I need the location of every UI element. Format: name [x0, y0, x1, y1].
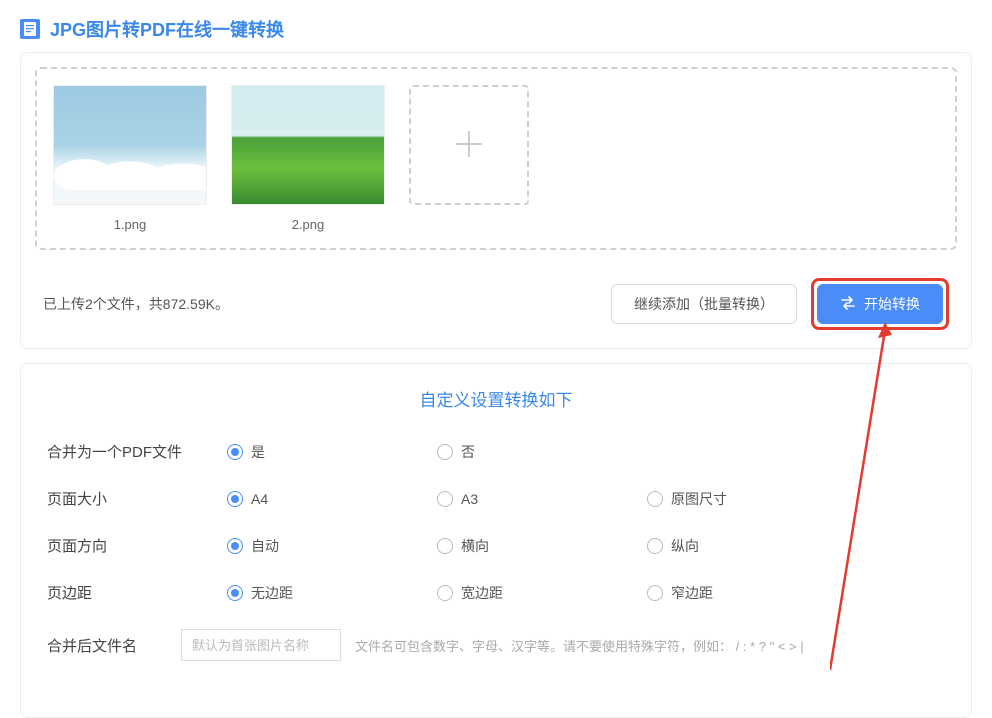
action-row: 已上传2个文件，共872.59K。 继续添加（批量转换） 开始转换 — [21, 264, 971, 348]
start-convert-button[interactable]: 开始转换 — [817, 284, 943, 324]
radio-icon — [227, 491, 243, 507]
radio-margin-narrow[interactable]: 窄边距 — [647, 583, 857, 603]
setting-row-page-size: 页面大小 A4 A3 原图尺寸 — [47, 488, 945, 509]
setting-row-filename: 合并后文件名 文件名可包含数字、字母、汉字等。请不要使用特殊字符，例如： / :… — [47, 629, 945, 661]
radio-orient-landscape[interactable]: 横向 — [437, 536, 647, 556]
setting-row-merge: 合并为一个PDF文件 是 否 — [47, 441, 945, 462]
document-icon — [20, 19, 40, 39]
file-name: 2.png — [292, 217, 325, 232]
upload-status: 已上传2个文件，共872.59K。 — [43, 294, 597, 314]
radio-margin-none[interactable]: 无边距 — [227, 583, 437, 603]
radio-size-a4[interactable]: A4 — [227, 489, 437, 509]
radio-icon — [647, 585, 663, 601]
file-card[interactable]: 1.png — [53, 85, 207, 232]
radio-size-a3[interactable]: A3 — [437, 489, 647, 509]
setting-label: 页面大小 — [47, 488, 227, 509]
radio-merge-no[interactable]: 否 — [437, 442, 647, 462]
setting-label: 页面方向 — [47, 535, 227, 556]
radio-group-margin: 无边距 宽边距 窄边距 — [227, 583, 945, 603]
settings-title: 自定义设置转换如下 — [47, 386, 945, 411]
radio-group-orientation: 自动 横向 纵向 — [227, 536, 945, 556]
radio-margin-wide[interactable]: 宽边距 — [437, 583, 647, 603]
upload-panel: 1.png 2.png 已上传2个文件，共872.59K。 继续添加（批量转换）… — [20, 52, 972, 349]
page-title: JPG图片转PDF在线一键转换 — [50, 16, 284, 42]
settings-panel: 自定义设置转换如下 合并为一个PDF文件 是 否 页面大小 A4 A3 — [20, 363, 972, 718]
radio-icon — [647, 538, 663, 554]
radio-group-merge: 是 否 — [227, 442, 945, 462]
page-header: JPG图片转PDF在线一键转换 — [0, 0, 992, 52]
plus-icon — [450, 125, 488, 166]
radio-icon — [227, 444, 243, 460]
filename-hint: 文件名可包含数字、字母、汉字等。请不要使用特殊字符，例如： / : * ? " … — [355, 636, 804, 655]
radio-icon — [227, 538, 243, 554]
setting-label: 合并后文件名 — [47, 635, 167, 656]
radio-icon — [437, 538, 453, 554]
swap-icon — [840, 296, 856, 313]
radio-icon — [437, 491, 453, 507]
setting-label: 页边距 — [47, 582, 227, 603]
add-file-button[interactable] — [409, 85, 529, 205]
radio-icon — [437, 444, 453, 460]
radio-group-page-size: A4 A3 原图尺寸 — [227, 489, 945, 509]
radio-orient-auto[interactable]: 自动 — [227, 536, 437, 556]
start-convert-highlight: 开始转换 — [811, 278, 949, 330]
radio-merge-yes[interactable]: 是 — [227, 442, 437, 462]
files-area: 1.png 2.png — [35, 67, 957, 250]
file-name: 1.png — [114, 217, 147, 232]
radio-icon — [437, 585, 453, 601]
radio-size-original[interactable]: 原图尺寸 — [647, 489, 857, 509]
setting-label: 合并为一个PDF文件 — [47, 441, 227, 462]
file-thumbnail — [53, 85, 207, 205]
radio-orient-portrait[interactable]: 纵向 — [647, 536, 857, 556]
radio-icon — [227, 585, 243, 601]
continue-add-button[interactable]: 继续添加（批量转换） — [611, 284, 797, 324]
file-card[interactable]: 2.png — [231, 85, 385, 232]
setting-row-margin: 页边距 无边距 宽边距 窄边距 — [47, 582, 945, 603]
radio-icon — [647, 491, 663, 507]
filename-input[interactable] — [181, 629, 341, 661]
setting-row-orientation: 页面方向 自动 横向 纵向 — [47, 535, 945, 556]
file-thumbnail — [231, 85, 385, 205]
